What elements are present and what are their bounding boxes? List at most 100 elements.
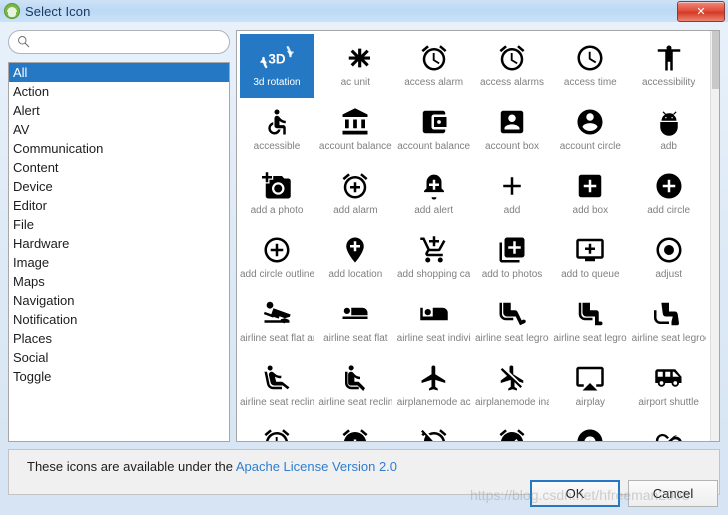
category-item-maps[interactable]: Maps [9, 272, 229, 291]
category-item-device[interactable]: Device [9, 177, 229, 196]
icon-grid-scrollbar[interactable] [710, 31, 719, 441]
icon-cell-access-alarm[interactable]: access alarm [397, 34, 471, 98]
icon-cell-accessible[interactable]: accessible [240, 98, 314, 162]
icon-cell-add-shopping-cart[interactable]: add shopping ca [397, 226, 471, 290]
airport-shuttle-icon [654, 359, 684, 397]
icon-cell-add-circle[interactable]: add circle [632, 162, 706, 226]
icon-cell-add-alarm[interactable]: add alarm [318, 162, 392, 226]
scrollbar-thumb[interactable] [712, 31, 719, 89]
icon-caption: add location [328, 269, 383, 280]
add-shopping-cart-icon [419, 231, 449, 269]
icon-cell-airline-seat-recline-normal[interactable]: airline seat reclin [318, 354, 392, 418]
icon-cell-airline-seat-legroom-normal[interactable]: airline seat legroo [553, 290, 627, 354]
title-bar: Select Icon ✕ [0, 0, 728, 22]
icon-cell-album[interactable] [553, 418, 627, 441]
icon-cell-airline-seat-individual-suite[interactable]: airline seat individ [397, 290, 471, 354]
icon-caption: airline seat flat [323, 333, 388, 344]
icon-cell-access-alarms[interactable]: access alarms [475, 34, 549, 98]
icon-caption: adjust [655, 269, 682, 280]
category-item-all[interactable]: All [9, 63, 229, 82]
icon-caption: airline seat legroo [553, 333, 628, 344]
icon-cell-account-circle[interactable]: account circle [553, 98, 627, 162]
icon-cell-ac-unit[interactable]: ac unit [318, 34, 392, 98]
icon-caption: add box [572, 205, 609, 216]
icon-cell-add-location[interactable]: add location [318, 226, 392, 290]
add-to-photos-icon [497, 231, 527, 269]
category-item-content[interactable]: Content [9, 158, 229, 177]
icon-cell-all-inclusive[interactable] [632, 418, 706, 441]
airline-seat-recline-extra-icon [262, 359, 292, 397]
category-item-notification[interactable]: Notification [9, 310, 229, 329]
search-input[interactable] [8, 30, 230, 54]
category-item-av[interactable]: AV [9, 120, 229, 139]
apache-license-link[interactable]: Apache License Version 2.0 [236, 459, 397, 474]
icon-cell-airline-seat-flat-angled[interactable]: airline seat flat an [240, 290, 314, 354]
icon-cell-access-time[interactable]: access time [553, 34, 627, 98]
close-button[interactable]: ✕ [677, 1, 725, 22]
icon-cell-alarm[interactable] [240, 418, 314, 441]
airline-seat-flat-icon [340, 295, 370, 333]
category-item-places[interactable]: Places [9, 329, 229, 348]
icon-cell-3d-rotation[interactable]: 3D 3d rotation [240, 34, 314, 98]
icon-cell-airport-shuttle[interactable]: airport shuttle [632, 354, 706, 418]
icon-cell-alarm-off[interactable] [397, 418, 471, 441]
icon-cell-account-box[interactable]: account box [475, 98, 549, 162]
icon-cell-add-a-photo[interactable]: add a photo [240, 162, 314, 226]
add-box-icon [575, 167, 605, 205]
icon-caption: add [503, 205, 521, 216]
alarm-on-icon [497, 423, 527, 441]
add-alert-icon [419, 167, 449, 205]
access-alarms-icon [497, 39, 527, 77]
icon-cell-account-balance[interactable]: account balance [318, 98, 392, 162]
icon-caption: account circle [559, 141, 621, 152]
icon-caption: account box [485, 141, 539, 152]
category-item-hardware[interactable]: Hardware [9, 234, 229, 253]
icon-caption: add a photo [250, 205, 304, 216]
icon-cell-add-to-photos[interactable]: add to photos [475, 226, 549, 290]
icon-cell-add[interactable]: add [475, 162, 549, 226]
icon-cell-airline-seat-recline-extra[interactable]: airline seat reclin [240, 354, 314, 418]
category-item-image[interactable]: Image [9, 253, 229, 272]
icon-cell-airline-seat-legroom-extra[interactable]: airline seat legroo [475, 290, 549, 354]
icon-caption: add circle [647, 205, 691, 216]
icon-cell-adb[interactable]: adb [632, 98, 706, 162]
select-icon-dialog: Select Icon ✕ All Action Alert AV Communicat… [0, 0, 728, 515]
icon-cell-airplanemode-inactive[interactable]: airplanemode ina [475, 354, 549, 418]
category-item-action[interactable]: Action [9, 82, 229, 101]
cancel-button[interactable]: Cancel [628, 480, 718, 507]
icon-cell-alarm-on[interactable] [475, 418, 549, 441]
access-time-icon [575, 39, 605, 77]
icon-caption: accessibility [641, 77, 696, 88]
category-item-navigation[interactable]: Navigation [9, 291, 229, 310]
category-item-toggle[interactable]: Toggle [9, 367, 229, 386]
icon-cell-add-box[interactable]: add box [553, 162, 627, 226]
icon-cell-airline-seat-legroom-reduced[interactable]: airline seat legroo [632, 290, 706, 354]
category-item-alert[interactable]: Alert [9, 101, 229, 120]
icon-cell-add-circle-outline[interactable]: add circle outline [240, 226, 314, 290]
icon-grid[interactable]: 3D 3d rotation ac unit access alarm access a… [237, 31, 710, 441]
icon-caption: add shopping ca [396, 269, 471, 280]
icon-caption: airline seat legroo [631, 333, 706, 344]
icon-cell-airline-seat-flat[interactable]: airline seat flat [318, 290, 392, 354]
icon-cell-alarm-add[interactable] [318, 418, 392, 441]
icon-cell-add-to-queue[interactable]: add to queue [553, 226, 627, 290]
icon-caption: airline seat flat an [240, 333, 314, 344]
category-item-editor[interactable]: Editor [9, 196, 229, 215]
icon-cell-accessibility[interactable]: accessibility [632, 34, 706, 98]
icon-cell-account-balance-wallet[interactable]: account balance [397, 98, 471, 162]
icon-grid-scroll-area: 3D 3d rotation ac unit access alarm access a… [237, 31, 710, 441]
icon-caption: airline seat individ [396, 333, 471, 344]
icon-cell-adjust[interactable]: adjust [632, 226, 706, 290]
icon-cell-airplay[interactable]: airplay [553, 354, 627, 418]
alarm-off-icon [419, 423, 449, 441]
adjust-icon [654, 231, 684, 269]
category-item-file[interactable]: File [9, 215, 229, 234]
icon-caption: account balance [318, 141, 392, 152]
category-list[interactable]: All Action Alert AV Communication Content Devi… [8, 62, 230, 442]
icon-cell-add-alert[interactable]: add alert [397, 162, 471, 226]
category-item-communication[interactable]: Communication [9, 139, 229, 158]
category-item-social[interactable]: Social [9, 348, 229, 367]
icon-cell-airplanemode-active[interactable]: airplanemode ac [397, 354, 471, 418]
ac-unit-icon [340, 39, 371, 77]
ok-button[interactable]: OK [530, 480, 620, 507]
